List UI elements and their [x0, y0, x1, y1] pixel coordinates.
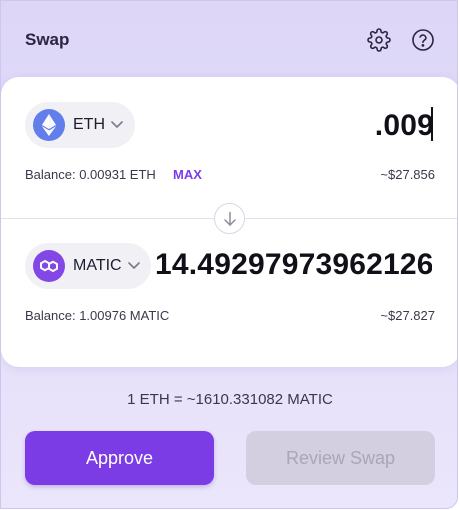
- to-amount-field[interactable]: 14.492979739621265: [155, 248, 432, 288]
- help-icon[interactable]: [410, 27, 436, 53]
- swap-panel: Swap ETH .009 Balance: 0.00931 ETH MAX ~…: [0, 0, 458, 509]
- ethereum-logo-icon: [33, 109, 65, 141]
- swap-direction-button[interactable]: [214, 203, 245, 234]
- to-amount-value: 14.492979739621265: [155, 248, 432, 281]
- chevron-down-icon: [110, 120, 124, 130]
- chevron-down-icon: [127, 261, 141, 271]
- text-caret: [431, 107, 433, 141]
- exchange-rate: 1 ETH = ~1610.331082 MATIC: [127, 391, 333, 408]
- max-button[interactable]: MAX: [173, 167, 202, 182]
- gear-icon[interactable]: [366, 27, 392, 53]
- swap-card: ETH .009 Balance: 0.00931 ETH MAX ~$27.8…: [1, 77, 457, 367]
- page-title: Swap: [25, 30, 70, 49]
- polygon-logo-icon: [33, 250, 65, 282]
- arrow-down-icon: [223, 211, 237, 227]
- from-amount-input[interactable]: .009: [375, 109, 434, 143]
- from-token-selector[interactable]: ETH: [25, 102, 135, 148]
- to-balance: Balance: 1.00976 MATIC: [25, 308, 170, 323]
- review-swap-button[interactable]: Review Swap: [246, 431, 435, 485]
- approve-button[interactable]: Approve: [25, 431, 214, 485]
- to-token-symbol: MATIC: [73, 257, 122, 274]
- from-balance: Balance: 0.00931 ETH: [25, 167, 156, 182]
- to-token-selector[interactable]: MATIC: [25, 243, 151, 289]
- header: Swap: [1, 1, 457, 79]
- to-usd-value: ~$27.827: [380, 308, 435, 323]
- from-token-symbol: ETH: [73, 116, 105, 133]
- from-usd-value: ~$27.856: [380, 167, 435, 182]
